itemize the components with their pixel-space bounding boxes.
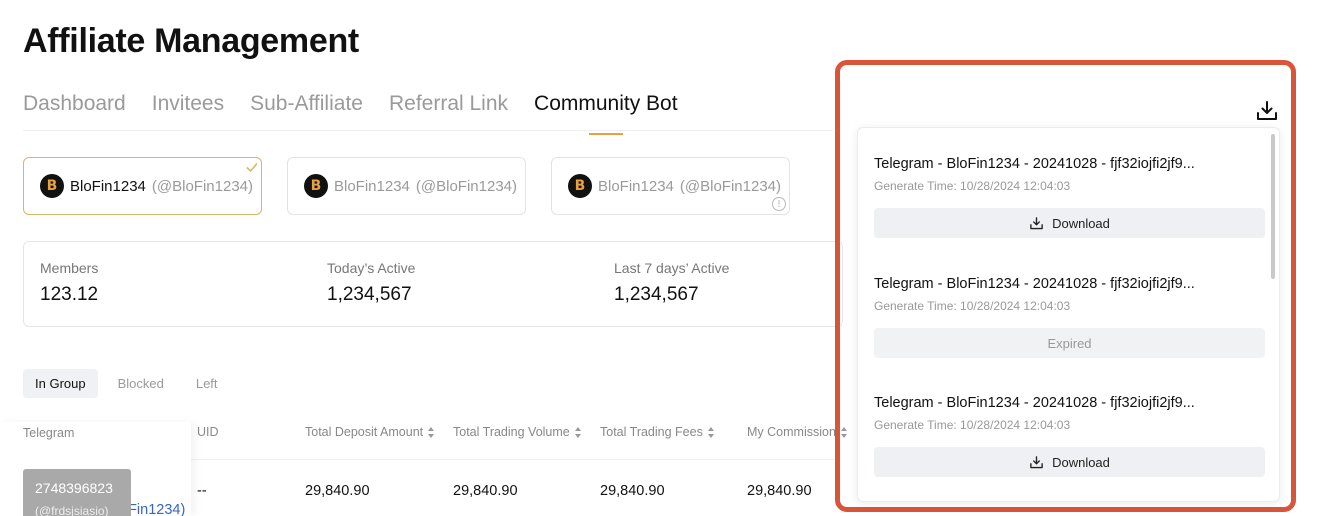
download-button[interactable]: Download xyxy=(874,447,1265,477)
tabs-divider xyxy=(23,130,833,131)
filter-blocked[interactable]: Blocked xyxy=(106,369,176,398)
cell-uid: -- xyxy=(197,483,207,499)
generate-time: Generate Time: 10/28/2024 12:04:03 xyxy=(874,418,1071,432)
tab-sub-affiliate[interactable]: Sub-Affiliate xyxy=(250,92,363,126)
stats-panel: Members 123.12 Today’s Active 1,234,567 … xyxy=(23,241,843,327)
panel-scrollbar[interactable] xyxy=(1271,134,1275,279)
filter-left[interactable]: Left xyxy=(184,369,230,398)
account-handle: (@BloFin1234) xyxy=(679,177,781,195)
download-icon[interactable] xyxy=(1255,99,1279,123)
blofin-logo-icon: B xyxy=(40,174,64,198)
column-header-commission[interactable]: My Commission xyxy=(747,425,848,439)
sort-icon[interactable] xyxy=(707,426,715,438)
tab-referral-link[interactable]: Referral Link xyxy=(389,92,508,126)
tab-dashboard[interactable]: Dashboard xyxy=(23,92,126,126)
filter-in-group[interactable]: In Group xyxy=(23,369,98,398)
account-card-2[interactable]: B BloFin1234 (@BloFin1234) xyxy=(287,157,526,215)
file-name: Telegram - BloFin1234 - 20241028 - fjf32… xyxy=(874,276,1195,292)
cell-volume: 29,840.90 xyxy=(453,483,518,499)
cell-commission: 29,840.90 xyxy=(747,483,812,499)
tab-invitees[interactable]: Invitees xyxy=(152,92,224,126)
account-handle: (@BloFin1234) xyxy=(415,177,517,195)
download-icon xyxy=(1030,216,1043,229)
download-item: Telegram - BloFin1234 - 20241028 - fjf32… xyxy=(874,395,1265,477)
account-name: BloFin1234 xyxy=(70,177,146,195)
expired-button: Expired xyxy=(874,328,1265,358)
account-name: BloFin1234 xyxy=(598,177,674,195)
cell-fees: 29,840.90 xyxy=(600,483,665,499)
tooltip-handle: (@frdsjsiasio) xyxy=(35,504,109,516)
sort-icon[interactable] xyxy=(574,426,582,438)
download-button[interactable]: Download xyxy=(874,208,1265,238)
stat-members: Members 123.12 xyxy=(40,260,99,305)
blofin-logo-icon: B xyxy=(304,174,328,198)
check-icon xyxy=(246,162,258,173)
stat-last-7-days-active: Last 7 days’ Active 1,234,567 xyxy=(614,260,730,305)
file-name: Telegram - BloFin1234 - 20241028 - fjf32… xyxy=(874,156,1195,172)
member-filter: In Group Blocked Left xyxy=(23,369,230,398)
column-header-volume[interactable]: Total Trading Volume xyxy=(453,425,582,439)
cell-deposit: 29,840.90 xyxy=(305,483,370,499)
sort-icon[interactable] xyxy=(428,426,435,438)
column-header-deposit[interactable]: Total Deposit Amount xyxy=(305,425,435,439)
tab-community-bot[interactable]: Community Bot xyxy=(534,92,678,126)
row-divider xyxy=(190,459,840,460)
blofin-logo-icon: B xyxy=(568,174,592,198)
account-handle: (@BloFin1234) xyxy=(151,177,253,195)
account-name: BloFin1234 xyxy=(334,177,410,195)
download-item: Telegram - BloFin1234 - 20241028 - fjf32… xyxy=(874,156,1265,238)
telegram-id-tooltip: 2748396823 (@frdsjsiasio) xyxy=(23,469,131,516)
download-item: Telegram - BloFin1234 - 20241028 - fjf32… xyxy=(874,276,1265,358)
column-header-fees[interactable]: Total Trading Fees xyxy=(600,425,715,439)
column-header-uid: UID xyxy=(197,425,219,439)
stat-todays-active: Today’s Active 1,234,567 xyxy=(327,260,416,305)
column-header-telegram: Telegram xyxy=(23,426,75,440)
download-icon xyxy=(1030,455,1043,468)
account-card-3[interactable]: B BloFin1234 (@BloFin1234) ! xyxy=(551,157,790,215)
page-title: Affiliate Management xyxy=(23,22,359,60)
download-history-panel: Telegram - BloFin1234 - 20241028 - fjf32… xyxy=(857,127,1280,502)
info-icon[interactable]: ! xyxy=(772,197,786,211)
file-name: Telegram - BloFin1234 - 20241028 - fjf32… xyxy=(874,395,1195,411)
account-card-1[interactable]: B BloFin1234 (@BloFin1234) xyxy=(23,157,262,215)
generate-time: Generate Time: 10/28/2024 12:04:03 xyxy=(874,179,1071,193)
nav-tabs: Dashboard Invitees Sub-Affiliate Referra… xyxy=(23,92,678,126)
tooltip-id: 2748396823 xyxy=(35,480,113,496)
generate-time: Generate Time: 10/28/2024 12:04:03 xyxy=(874,299,1071,313)
